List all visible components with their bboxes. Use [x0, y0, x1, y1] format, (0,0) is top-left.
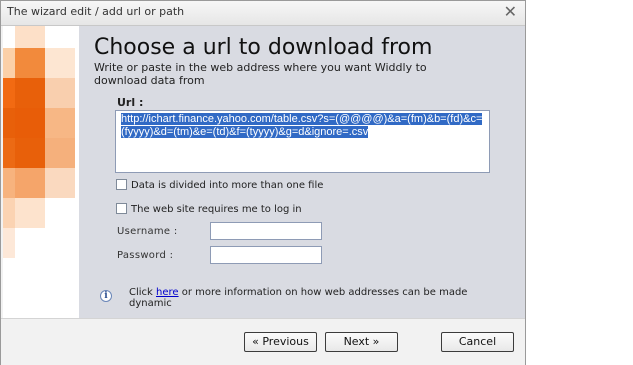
password-field[interactable] [210, 246, 322, 264]
info-suffix: or more information on how web addresses… [129, 287, 468, 309]
url-label: Url : [117, 96, 144, 109]
cancel-button[interactable]: Cancel [441, 332, 514, 352]
info-icon: i [100, 290, 112, 302]
previous-button[interactable]: « Previous [244, 332, 317, 352]
decorative-side-art [3, 26, 79, 318]
login-required-label: The web site requires me to log in [131, 204, 302, 215]
multi-file-label: Data is divided into more than one file [131, 180, 324, 191]
url-input[interactable]: http://ichart.finance.yahoo.com/table.cs… [115, 110, 490, 173]
login-required-checkbox[interactable] [116, 203, 127, 214]
info-text: Click here or more information on how we… [129, 287, 469, 309]
page-subtitle: Write or paste in the web address where … [94, 61, 427, 87]
password-label: Password : [117, 250, 174, 261]
info-prefix: Click [129, 287, 157, 298]
close-icon[interactable]: ✕ [504, 3, 517, 21]
username-field[interactable] [210, 222, 322, 240]
multi-file-checkbox[interactable] [116, 179, 127, 190]
window-title: The wizard edit / add url or path [7, 5, 185, 18]
footer-bar: « Previous Next » Cancel [1, 318, 525, 365]
url-value: http://ichart.finance.yahoo.com/table.cs… [121, 113, 483, 138]
title-bar: The wizard edit / add url or path ✕ [1, 1, 525, 26]
username-label: Username : [117, 226, 178, 237]
help-link[interactable]: here [156, 287, 179, 298]
page-title: Choose a url to download from [94, 35, 433, 60]
next-button[interactable]: Next » [325, 332, 398, 352]
